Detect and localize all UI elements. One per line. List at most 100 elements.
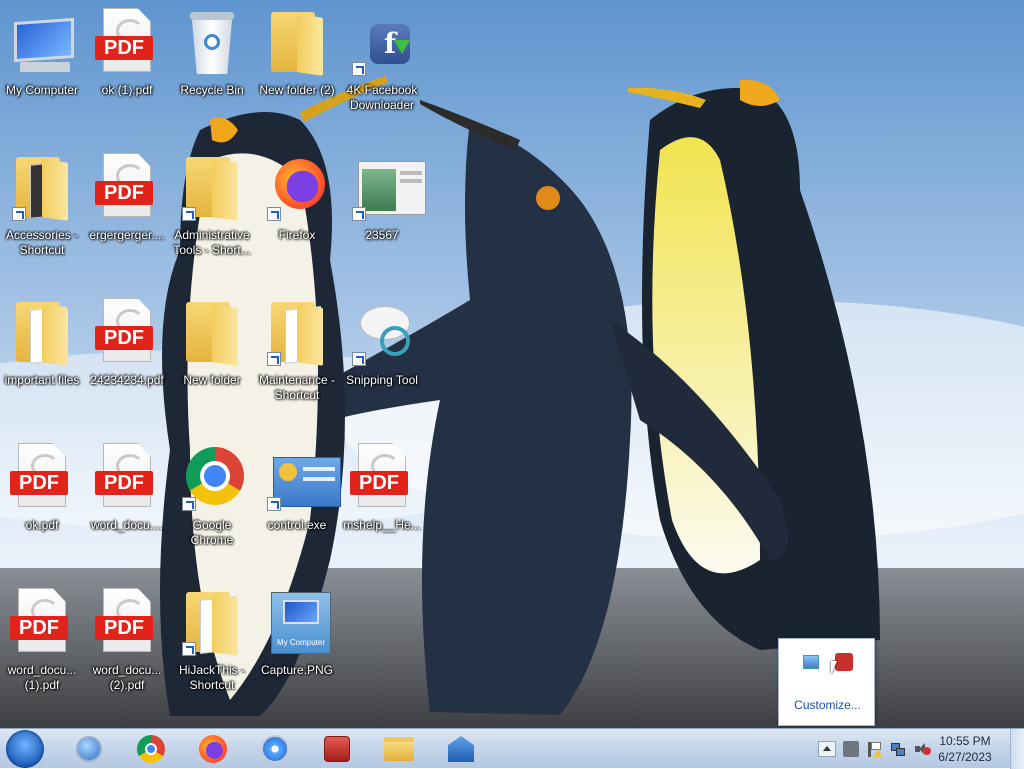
shortcut-arrow-icon [182,207,196,221]
pdf-file-icon: PDF [10,441,74,513]
facebook-downloader-icon: f [350,6,414,78]
pdf-badge: PDF [95,616,153,640]
pdf-file-icon: PDF [95,151,159,223]
icon-label: word_docu.... [90,518,164,532]
folder-icon [10,151,74,223]
folder-icon [265,6,329,78]
image-file-icon [350,151,426,223]
folder-icon [180,296,244,368]
capture-caption: My Computer [276,638,325,647]
icon-label: mshelp__He... [343,518,421,532]
desktop-icon-snipping-tool[interactable]: Snipping Tool [340,290,424,430]
firefox-icon [265,151,329,223]
customize-link[interactable]: Customize... [779,698,876,712]
icon-label: 24234234.pdf [90,373,164,387]
show-desktop-button[interactable] [1010,729,1024,769]
icon-label: Snipping Tool [346,373,418,387]
pdf-badge: PDF [95,181,153,205]
desktop-icon-important-files[interactable]: important files [0,290,84,430]
folder-icon [180,586,244,658]
desktop-icon-ok-1-pdf[interactable]: PDF ok (1).pdf [85,0,169,140]
pdf-badge: PDF [95,471,153,495]
desktop-icon-mshelp[interactable]: PDF mshelp__He... [340,435,424,575]
icon-label: important files [4,373,80,387]
icon-label: Recycle Bin [180,83,244,97]
taskbar-installer-app-button[interactable] [434,731,488,767]
taskbar-firefox-button[interactable] [186,731,240,767]
start-orb-icon[interactable] [6,730,44,768]
clock-date: 6/27/2023 [938,750,992,764]
desktop-icon-word-docu-1-pdf[interactable]: PDF word_docu... (1).pdf [0,580,84,720]
shortcut-arrow-icon [12,207,26,221]
icon-label: 23567 [365,228,399,242]
pdf-file-icon: PDF [95,586,159,658]
desktop-icon-maintenance-shortcut[interactable]: Maintenance - Shortcut [255,290,339,430]
chrome-icon [180,441,244,513]
network-globe-icon [76,736,102,762]
monitor-app-icon[interactable] [803,655,819,669]
desktop-icon-word-docu[interactable]: PDF word_docu.... [85,435,169,575]
network-icon[interactable] [890,741,906,757]
shortcut-arrow-icon [182,497,196,511]
safari-compass-icon [261,735,289,763]
clock-time: 10:55 PM [939,734,991,748]
taskbar-clock[interactable]: 10:55 PM 6/27/2023 [930,733,1000,765]
desktop-icon-word-docu-2-pdf[interactable]: PDF word_docu... (2).pdf [85,580,169,720]
pdf-file-icon: PDF [95,296,159,368]
shortcut-arrow-icon [267,207,281,221]
taskbar-file-explorer-button[interactable] [372,731,426,767]
shortcut-arrow-icon [352,207,366,221]
folder-icon [180,151,244,223]
icon-label: HiJackThis - Shortcut [178,663,245,692]
icon-label: New folder (2) [259,83,335,97]
pdf-file-icon: PDF [350,441,414,513]
recycle-bin-icon [180,6,244,78]
icon-label: Capture.PNG [260,663,334,677]
file-explorer-icon [384,737,414,761]
icon-label: Firefox [278,228,316,242]
icon-label: word_docu... (1).pdf [7,663,77,692]
taskbar-security-app-button[interactable] [310,731,364,767]
installer-app-icon [448,736,474,762]
shortcut-arrow-icon [267,497,281,511]
icon-label: Administrative Tools - Short... [173,228,251,257]
show-hidden-icons-arrow[interactable] [818,741,836,757]
pdf-file-icon: PDF [10,586,74,658]
desktop-icon-24234234-pdf[interactable]: PDF 24234234.pdf [85,290,169,430]
pdf-badge: PDF [95,36,153,60]
desktop-icon-control-exe[interactable]: control.exe [255,435,341,575]
desktop-icon-4k-facebook-downloader[interactable]: f 4K Facebook Downloader [340,0,424,140]
security-app-icon [324,736,350,762]
printer-icon[interactable] [843,741,859,757]
desktop-icon-my-computer[interactable]: My Computer [0,0,84,140]
desktop-icon-capture-png[interactable]: My Computer Capture.PNG [255,580,339,720]
desktop-icon-google-chrome[interactable]: Google Chrome [170,435,254,575]
pdf-badge: PDF [95,326,153,350]
desktop-icon-accessories-shortcut[interactable]: Accessories - Shortcut [0,145,84,285]
taskbar-chrome-button[interactable] [124,731,178,767]
desktop-icon-ok-pdf[interactable]: PDF ok.pdf [0,435,84,575]
folder-icon [265,296,329,368]
desktop-icon-ergergerger[interactable]: PDF ergergerger.... [85,145,169,285]
taskbar-safari-button[interactable] [248,731,302,767]
desktop-icon-firefox[interactable]: Firefox [255,145,339,285]
desktop-icon-23567[interactable]: 23567 [340,145,426,285]
desktop-icon-new-folder-2[interactable]: New folder (2) [255,0,339,140]
icon-label: ergergerger.... [89,228,165,242]
pdf-file-icon: PDF [95,441,159,513]
red-app-icon[interactable] [835,653,853,671]
desktop-icon-administrative-tools[interactable]: Administrative Tools - Short... [170,145,254,285]
pdf-badge: PDF [350,471,408,495]
notification-overflow-popup: Customize... [778,638,875,726]
action-center-flag-icon[interactable] [866,741,882,757]
desktop-icon-new-folder[interactable]: New folder [170,290,254,430]
icon-label: control.exe [267,518,327,532]
image-file-icon: My Computer [265,586,331,658]
desktop-icon-recycle-bin[interactable]: Recycle Bin [170,0,254,140]
icon-label: My Computer [5,83,79,97]
icon-label: Accessories - Shortcut [5,228,79,257]
desktop-icon-hijackthis-shortcut[interactable]: HiJackThis - Shortcut [170,580,254,720]
volume-muted-icon[interactable] [914,741,931,757]
taskbar-network-globe-button[interactable] [62,731,116,767]
shortcut-arrow-icon [182,642,196,656]
